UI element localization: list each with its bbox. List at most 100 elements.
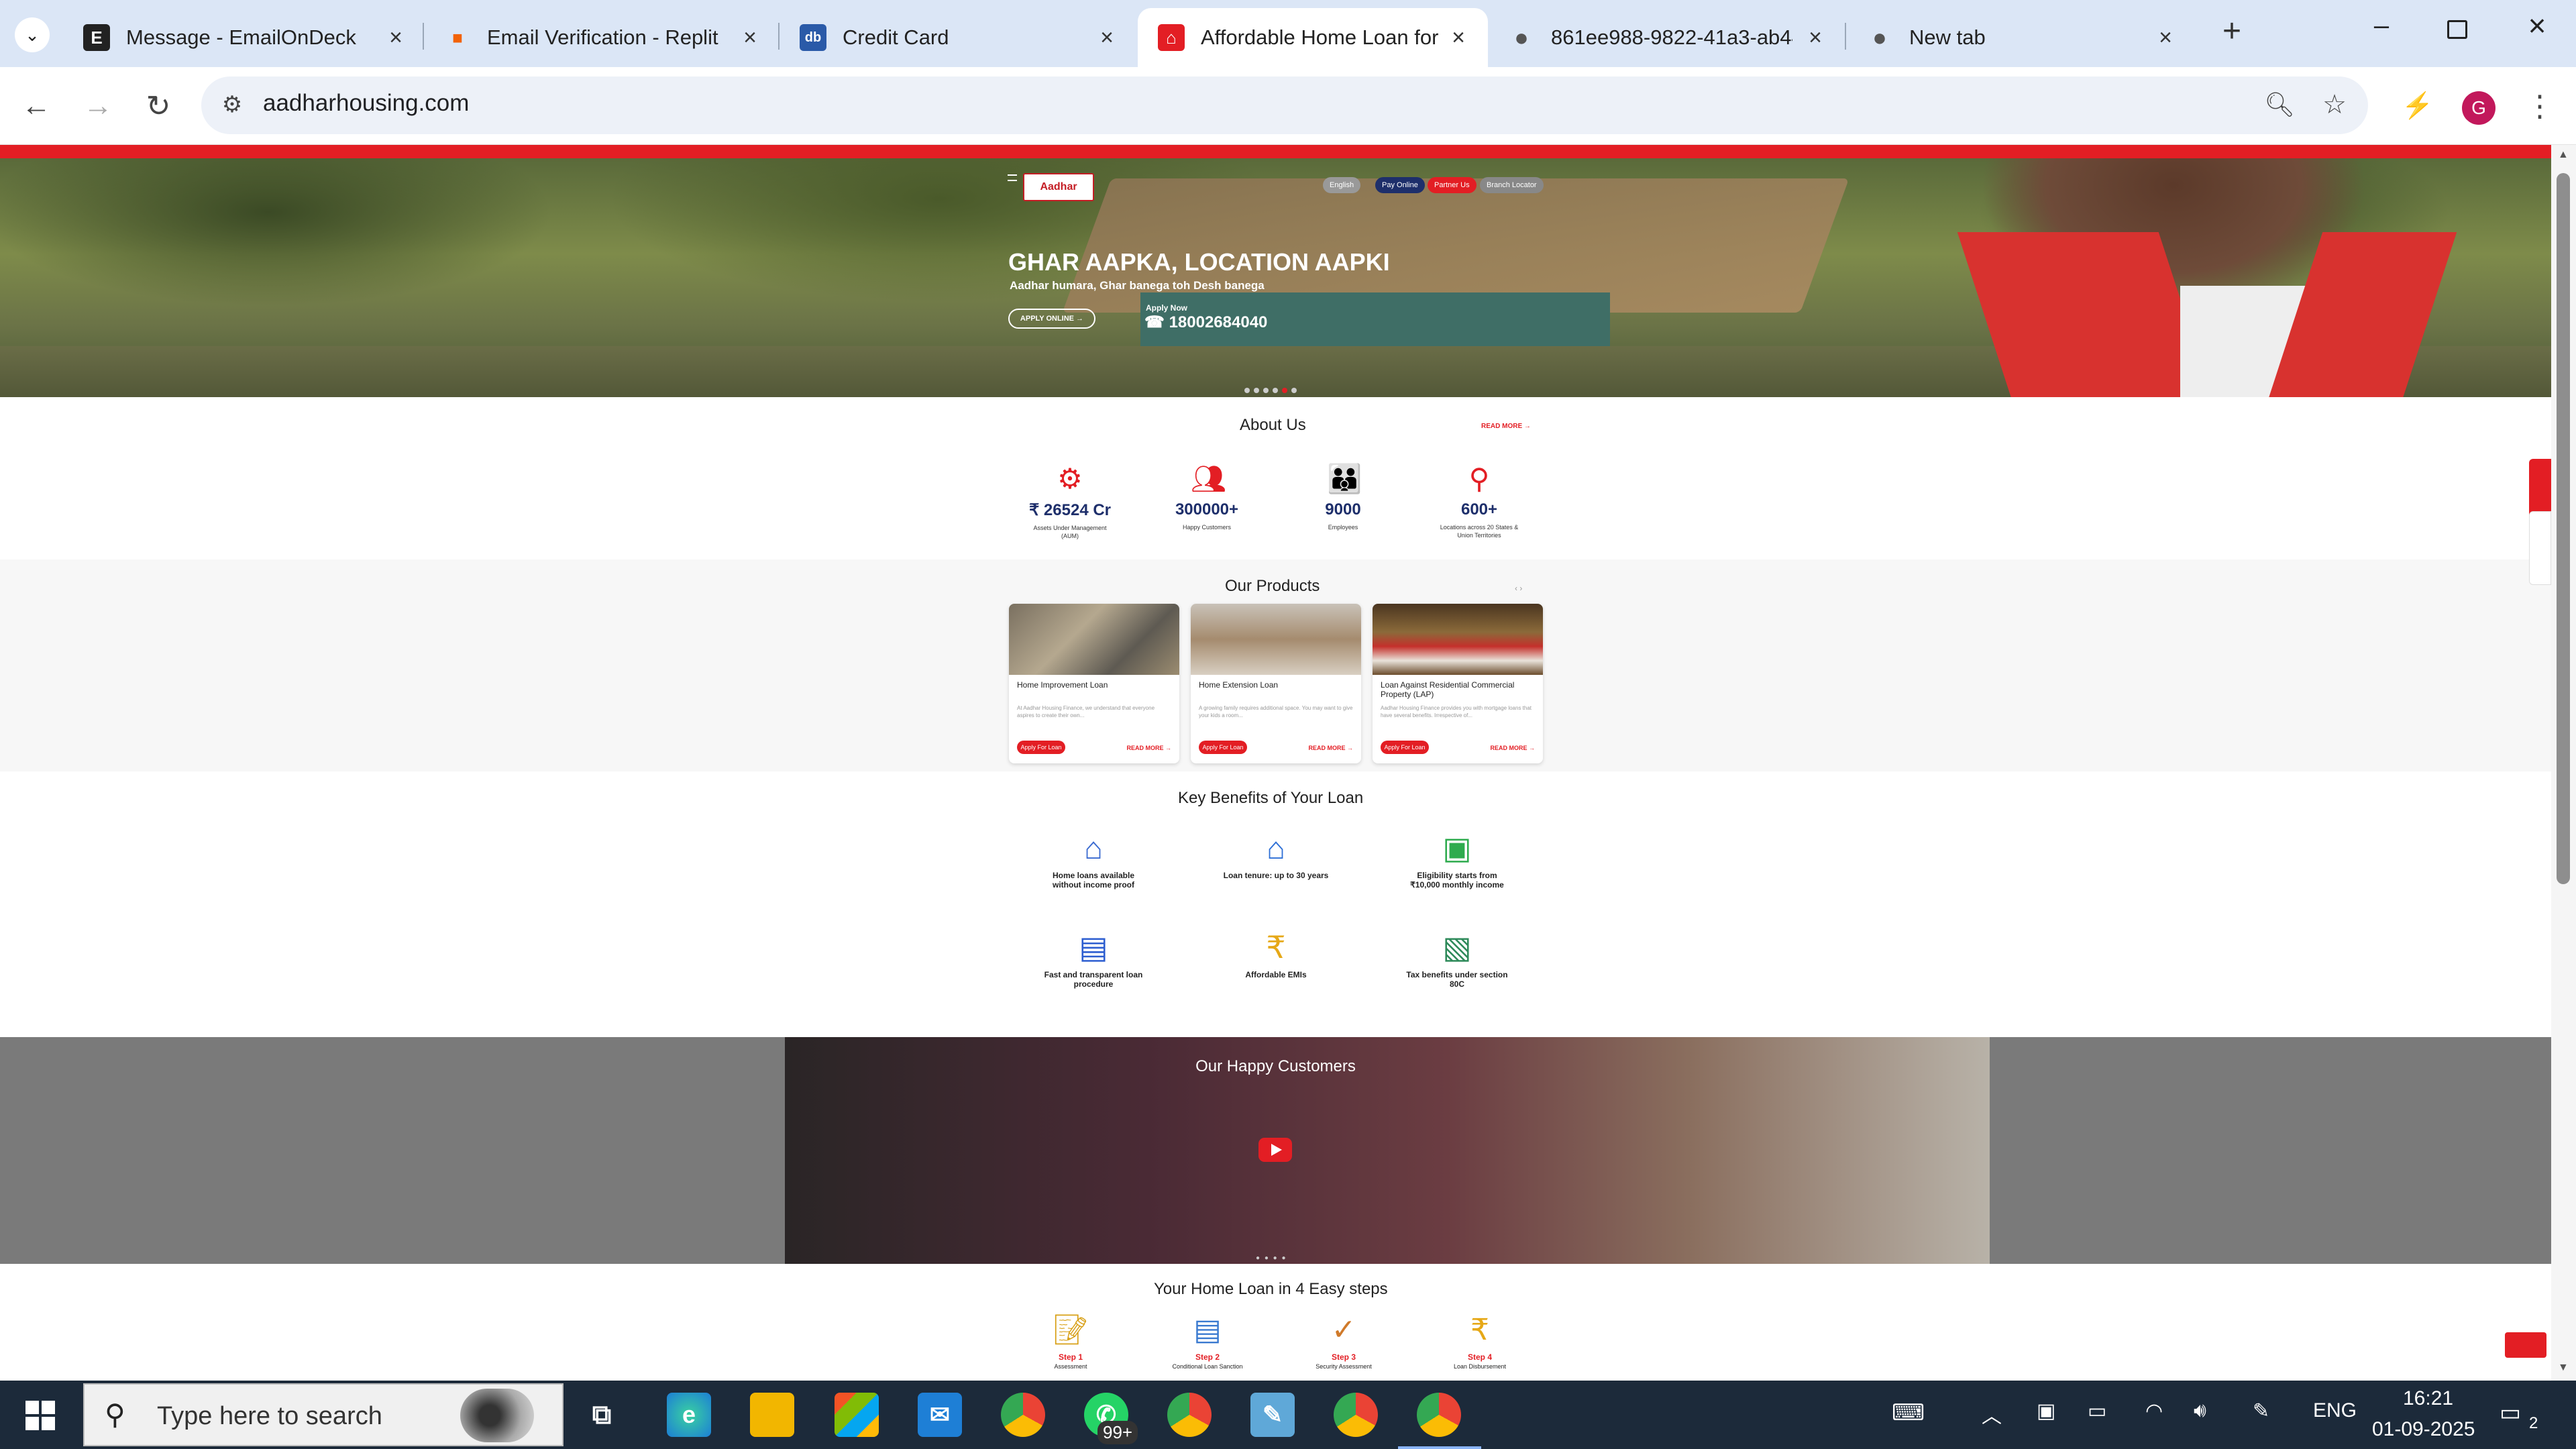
carousel-dot-active[interactable] [1282, 388, 1287, 393]
start-button[interactable] [25, 1401, 55, 1430]
chat-support-widget[interactable] [2505, 1332, 2546, 1358]
keyboard-icon[interactable]: ⌨ [1892, 1399, 1925, 1426]
forward-icon[interactable]: → [78, 86, 118, 126]
partner-us-button[interactable]: Partner Us [1428, 177, 1477, 193]
tab-emailondeck[interactable]: E Message - EmailOnDeck × [63, 8, 425, 67]
branch-locator-button[interactable]: Branch Locator [1480, 177, 1544, 193]
menu-icon[interactable]: ⋮ [2520, 86, 2560, 126]
close-tab-icon[interactable]: × [1095, 25, 1119, 50]
tab-aadhar-active[interactable]: ⌂ Affordable Home Loan for × [1138, 8, 1488, 67]
url-text[interactable]: aadharhousing.com [263, 90, 469, 117]
restore-button[interactable] [2447, 20, 2467, 39]
mail-icon[interactable]: ✉ [918, 1393, 962, 1437]
profile-avatar[interactable]: G [2462, 91, 2496, 125]
pay-online-button[interactable]: Pay Online [1375, 177, 1425, 193]
read-more-link[interactable]: READ MORE → [1126, 745, 1171, 751]
step-item: 📝︎ Step 1 Assessment [1024, 1311, 1118, 1370]
close-tab-icon[interactable]: × [384, 25, 408, 50]
product-card[interactable]: Loan Against Residential Commercial Prop… [1373, 604, 1543, 763]
new-tab-button[interactable]: + [2215, 15, 2249, 48]
hero-title: GHAR AAPKA, LOCATION AAPKI [1008, 248, 1390, 276]
read-more-link[interactable]: READ MORE → [1490, 745, 1535, 751]
tab-replit[interactable]: ■ Email Verification - Replit × [424, 8, 780, 67]
minimize-button[interactable]: – [2368, 12, 2395, 39]
slider-arrows[interactable]: ‹ › [1515, 584, 1522, 593]
tab-title: Message - EmailOnDeck [126, 25, 356, 49]
tab-uuid[interactable]: ● 861ee988-9822-41a3-ab44 × [1488, 8, 1845, 67]
step-label: Step 1 [1058, 1352, 1083, 1362]
windows-logo-pane [42, 1417, 55, 1430]
performance-icon[interactable]: ⚡ [2398, 86, 2438, 126]
scroll-up-arrow[interactable]: ▲ [2558, 149, 2569, 161]
product-card[interactable]: Home Improvement Loan At Aadhar Housing … [1009, 604, 1179, 763]
edge-icon[interactable]: e [667, 1393, 711, 1437]
carousel-dot[interactable] [1273, 388, 1278, 393]
stat-locations: ⚲ 600+ Locations across 20 States & Unio… [1436, 463, 1523, 539]
bookmark-star-icon[interactable]: ☆ [2314, 85, 2355, 125]
card-search-icon: ▤ [1079, 930, 1108, 965]
carousel-dot[interactable] [1254, 388, 1259, 393]
side-calculator-widget[interactable] [2529, 511, 2551, 585]
product-image [1191, 604, 1361, 675]
aadhar-logo[interactable]: Aadhar [1023, 173, 1094, 201]
close-tab-icon[interactable]: × [1803, 25, 1827, 50]
notification-icon[interactable]: ▭ [2500, 1399, 2521, 1426]
carousel-dot[interactable] [1291, 388, 1297, 393]
close-window-button[interactable]: × [2522, 10, 2552, 41]
chrome-profile-icon[interactable] [1167, 1393, 1212, 1437]
benefit-item: ⌂ Home loans available without income pr… [1040, 829, 1147, 890]
tab-search-button[interactable]: ⌄ [15, 17, 50, 52]
reload-icon[interactable]: ↻ [138, 86, 178, 126]
chrome-active-icon[interactable] [1417, 1393, 1461, 1437]
aadhar-icon: ⌂ [1158, 24, 1185, 51]
show-hidden-icons[interactable]: ︿ [1982, 1399, 2002, 1429]
product-card[interactable]: Home Extension Loan A growing family req… [1191, 604, 1361, 763]
address-bar[interactable]: ⚙ aadharhousing.com 🔍︎ ☆ [201, 76, 2368, 134]
read-more-link[interactable]: READ MORE → [1308, 745, 1353, 751]
phone-number[interactable]: ☎ 18002684040 [1144, 313, 1267, 332]
tab-new-tab[interactable]: ● New tab × [1846, 8, 2195, 67]
language-indicator[interactable]: ENG [2313, 1399, 2357, 1422]
chrome-profile-icon[interactable] [1334, 1393, 1378, 1437]
chrome-icon: ● [1872, 23, 1887, 51]
apply-for-loan-button[interactable]: Apply For Loan [1017, 741, 1065, 754]
carousel-dot[interactable] [1263, 388, 1269, 393]
site-info-icon[interactable]: ⚙ [212, 85, 252, 125]
scroll-down-arrow[interactable]: ▼ [2558, 1362, 2569, 1374]
volume-icon[interactable]: 🔊︎ [2194, 1399, 2206, 1422]
steps-title: Your Home Loan in 4 Easy steps [1154, 1280, 1388, 1298]
benefit-text: Eligibility starts from ₹10,000 monthly … [1410, 871, 1504, 890]
taskbar-search[interactable]: ⚲ Type here to search [83, 1383, 564, 1446]
youtube-play-icon[interactable] [1258, 1138, 1292, 1162]
tab-credit-card[interactable]: db Credit Card × [780, 8, 1136, 67]
battery-icon[interactable]: ▭ [2088, 1399, 2106, 1423]
wifi-icon[interactable]: ◠ [2145, 1399, 2163, 1423]
meet-icon[interactable]: ▣ [2037, 1399, 2055, 1423]
clock-date[interactable]: 01-09-2025 [2372, 1418, 2475, 1441]
zoom-icon[interactable]: 🔍︎ [2259, 85, 2300, 125]
products-title: Our Products [1225, 577, 1320, 595]
whatsapp-badge: 99+ [1097, 1421, 1138, 1444]
file-explorer-icon[interactable] [750, 1393, 794, 1437]
apply-for-loan-button[interactable]: Apply For Loan [1381, 741, 1429, 754]
task-view-icon[interactable]: ⧉ [580, 1393, 624, 1437]
apply-for-loan-button[interactable]: Apply For Loan [1199, 741, 1247, 754]
chrome-icon[interactable] [1001, 1393, 1045, 1437]
store-icon[interactable] [835, 1393, 879, 1437]
page-scrollbar[interactable]: ▲ ▼ [2551, 145, 2576, 1381]
back-icon[interactable]: ← [16, 86, 56, 126]
pen-icon[interactable]: ✎ [2253, 1399, 2269, 1423]
carousel-dot[interactable] [1244, 388, 1250, 393]
scrollbar-thumb[interactable] [2557, 173, 2570, 884]
hamburger-icon[interactable] [1008, 174, 1017, 181]
product-desc: Aadhar Housing Finance provides you with… [1381, 705, 1532, 718]
apply-online-button[interactable]: APPLY ONLINE → [1008, 309, 1095, 329]
about-read-more-link[interactable]: READ MORE → [1481, 423, 1531, 430]
close-tab-icon[interactable]: × [2153, 25, 2178, 50]
clock-time[interactable]: 16:21 [2403, 1387, 2453, 1410]
windows-logo-pane [42, 1401, 55, 1414]
language-select[interactable]: English [1323, 177, 1361, 193]
close-tab-icon[interactable]: × [1446, 25, 1470, 50]
close-tab-icon[interactable]: × [738, 25, 762, 50]
notepad-icon[interactable]: ✎ [1250, 1393, 1295, 1437]
